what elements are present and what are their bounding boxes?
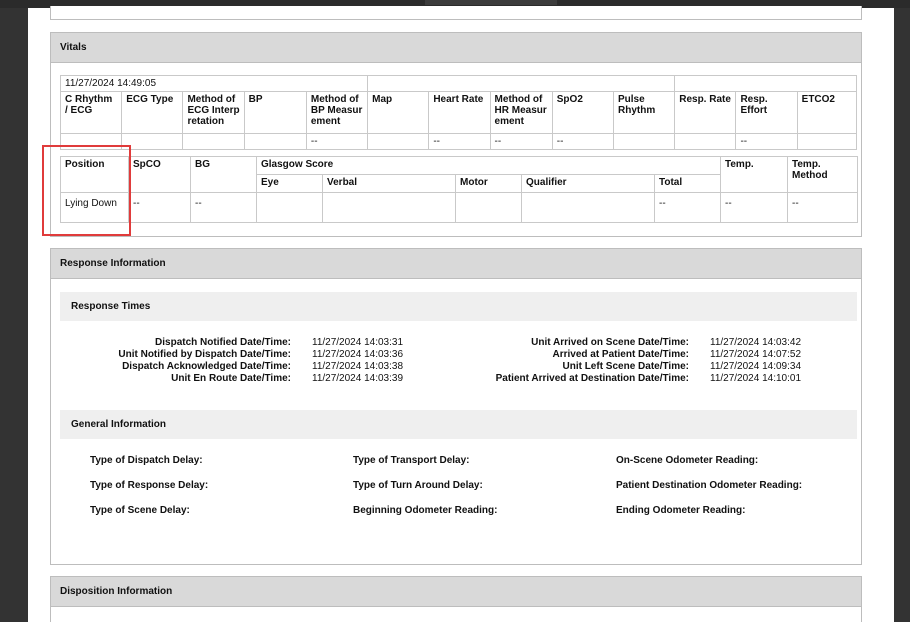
response-time-label: Unit Notified by Dispatch Date/Time:: [118, 349, 291, 360]
vitals-header-cell: Resp. Rate: [674, 91, 737, 134]
response-time-value: 11/27/2024 14:10:01: [710, 373, 802, 384]
response-information-header: Response Information: [51, 249, 861, 279]
general-info-label: Type of Scene Delay:: [90, 505, 190, 516]
vitals-section: Vitals 11/27/2024 14:49:05 C Rhythm / EC…: [50, 32, 862, 237]
vitals-table-row1: 11/27/2024 14:49:05 C Rhythm / ECG ECG Ty…: [59, 75, 858, 150]
response-time-label: Unit Arrived on Scene Date/Time:: [531, 337, 689, 348]
spco-value: --: [128, 192, 191, 223]
response-time-label: Dispatch Acknowledged Date/Time:: [122, 361, 291, 372]
response-times-subheader: Response Times: [60, 292, 857, 321]
vitals-value-cell: --: [428, 133, 491, 150]
motor-value: [455, 192, 522, 223]
response-time-value: 11/27/2024 14:03:38: [312, 361, 404, 372]
qualifier-header: Qualifier: [521, 174, 655, 193]
verbal-header: Verbal: [322, 174, 456, 193]
response-time-label: Dispatch Notified Date/Time:: [155, 337, 291, 348]
response-time-value: 11/27/2024 14:03:36: [312, 349, 404, 360]
response-time-label: Unit Left Scene Date/Time:: [562, 361, 689, 372]
vitals-value-cell: --: [489, 133, 553, 150]
vitals-header-cell: Method of HR Measur ement: [489, 91, 553, 134]
vitals-header-cell: ECG Type: [121, 91, 184, 134]
response-time-label: Patient Arrived at Destination Date/Time…: [495, 373, 689, 384]
vitals-value-cell: [121, 133, 184, 150]
general-info-label: Patient Destination Odometer Reading:: [616, 480, 803, 491]
vitals-header-cell: Method of BP Measur ement: [305, 91, 369, 134]
bg-value: --: [190, 192, 257, 223]
vitals-header-cell: ETCO2: [796, 91, 858, 134]
general-info-label: Type of Response Delay:: [90, 480, 209, 491]
vitals-empty-cell: [367, 75, 676, 92]
response-time-value: 11/27/2024 14:03:39: [312, 373, 404, 384]
disposition-information-section: Disposition Information: [50, 576, 862, 622]
vitals-timestamp: 11/27/2024 14:49:05: [59, 75, 369, 92]
spco-header: SpCO: [128, 156, 191, 193]
vitals-header-cell: Pulse Rhythm: [612, 91, 676, 134]
vitals-header-cell: Map: [367, 91, 430, 134]
vitals-value-cell: [243, 133, 307, 150]
qualifier-value: [521, 192, 655, 223]
response-time-value: 11/27/2024 14:03:42: [710, 337, 802, 348]
total-header: Total: [654, 174, 721, 193]
response-time-label: Unit En Route Date/Time:: [171, 373, 291, 384]
vitals-value-cell: [182, 133, 245, 150]
vitals-value-cell: [367, 133, 430, 150]
response-information-section: Response Information Response Times Disp…: [50, 248, 862, 565]
viewer-tab[interactable]: [425, 0, 557, 5]
vitals-header-cell: SpO2: [551, 91, 614, 134]
previous-section-bottom: [50, 6, 862, 20]
vitals-value-cell: --: [305, 133, 369, 150]
vitals-value-cell: --: [551, 133, 614, 150]
eye-header: Eye: [256, 174, 323, 193]
report-page: Vitals 11/27/2024 14:49:05 C Rhythm / EC…: [28, 6, 894, 622]
verbal-value: [322, 192, 456, 223]
response-time-label: Arrived at Patient Date/Time:: [552, 349, 689, 360]
response-time-value: 11/27/2024 14:07:52: [710, 349, 802, 360]
response-time-value: 11/27/2024 14:03:31: [312, 337, 404, 348]
position-value: Lying Down: [60, 192, 129, 223]
vitals-header-cell: C Rhythm / ECG: [59, 91, 123, 134]
vitals-empty-cell: [674, 75, 857, 92]
vitals-header: Vitals: [51, 33, 861, 63]
general-info-label: Type of Dispatch Delay:: [90, 455, 203, 466]
glasgow-score-header: Glasgow Score: [256, 156, 721, 175]
vitals-table-row2: Position SpCO BG Glasgow Score Temp. Tem…: [60, 156, 858, 223]
temp-header: Temp.: [720, 156, 788, 193]
vitals-value-cell: --: [735, 133, 798, 150]
motor-header: Motor: [455, 174, 522, 193]
disposition-information-header: Disposition Information: [51, 577, 861, 607]
vitals-value-cell: [59, 133, 123, 150]
general-info-label: Type of Transport Delay:: [353, 455, 470, 466]
general-information-subheader: General Information: [60, 410, 857, 439]
temp-method-value: --: [787, 192, 858, 223]
vitals-header-cell: Method of ECG Interp retation: [182, 91, 245, 134]
general-info-label: Beginning Odometer Reading:: [353, 505, 498, 516]
vitals-header-cell: Heart Rate: [428, 91, 491, 134]
bg-header: BG: [190, 156, 257, 193]
eye-value: [256, 192, 323, 223]
response-time-value: 11/27/2024 14:09:34: [710, 361, 802, 372]
total-value: --: [654, 192, 721, 223]
general-info-label: On-Scene Odometer Reading:: [616, 455, 759, 466]
vitals-header-cell: Resp. Effort: [735, 91, 798, 134]
vitals-value-cell: [674, 133, 737, 150]
vitals-header-cell: BP: [243, 91, 307, 134]
temp-method-header: Temp. Method: [787, 156, 858, 193]
temp-value: --: [720, 192, 788, 223]
vitals-value-cell: [796, 133, 858, 150]
general-info-label: Ending Odometer Reading:: [616, 505, 746, 516]
position-header: Position: [60, 156, 129, 193]
vitals-value-cell: [612, 133, 676, 150]
general-info-label: Type of Turn Around Delay:: [353, 480, 483, 491]
